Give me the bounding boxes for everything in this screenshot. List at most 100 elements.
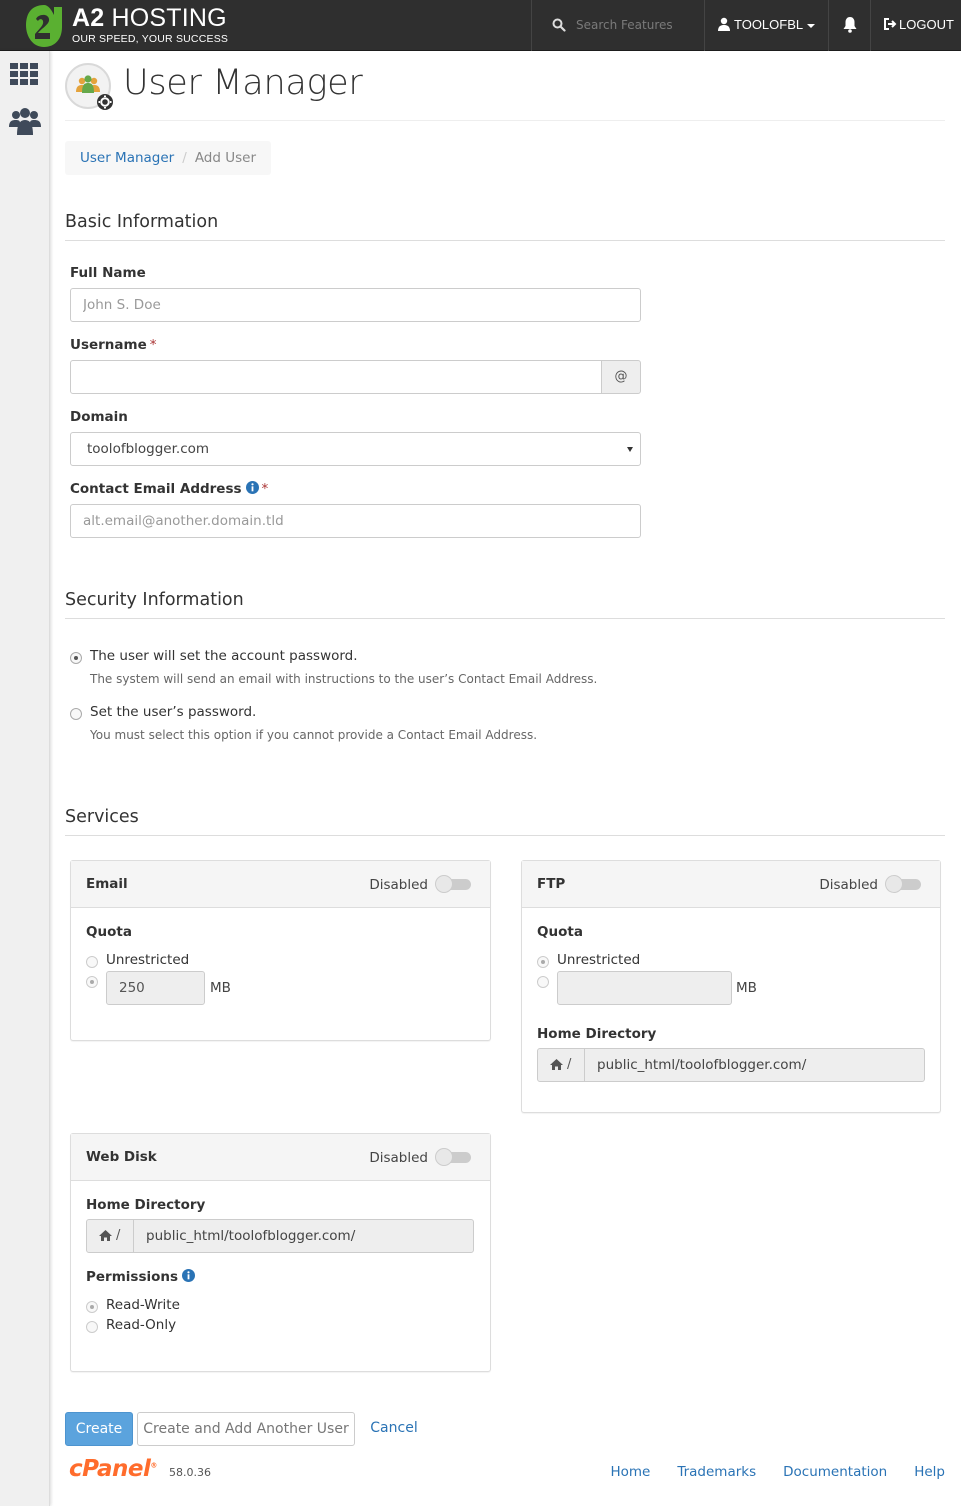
ftp-radio-quota[interactable] [537,976,549,988]
search-input[interactable] [576,14,696,36]
footer-links: Home Trademarks Documentation Help [583,1464,945,1480]
sidebar [0,51,50,1506]
footer-link-documentation[interactable]: Documentation [783,1464,887,1480]
ftp-homedir-prefix: / [538,1049,585,1081]
create-button[interactable]: Create [65,1412,133,1446]
breadcrumb-separator: / [182,150,187,166]
email-service-panel: Email Disabled Quota Unrestricted 250 MB [70,860,491,1041]
email-panel-header: Email Disabled [71,861,490,908]
radio-set-password[interactable] [70,708,82,720]
set-password-label: Set the user’s password. [90,704,257,720]
webdisk-radio-read-only[interactable] [86,1321,98,1333]
set-password-help: You must select this option if you canno… [90,728,538,742]
apps-grid-icon[interactable] [10,63,39,85]
webdisk-service-panel: Web Disk Disabled Home Directory / publi… [70,1133,491,1372]
user-menu[interactable]: TOOLOFBL [705,0,829,51]
webdisk-homedir-prefix: / [87,1220,134,1252]
notifications-button[interactable] [829,0,871,51]
footer-link-trademarks[interactable]: Trademarks [677,1464,756,1480]
username-at-addon: @ [601,360,641,394]
email-radio-unrestricted[interactable] [86,956,98,968]
ftp-panel-title: FTP [537,876,566,892]
ftp-radio-unrestricted[interactable] [537,956,549,968]
domain-label: Domain [70,409,128,425]
footer-link-home[interactable]: Home [610,1464,650,1480]
search-box [531,0,705,51]
ftp-homedir-field[interactable]: / public_html/toolofblogger.com/ [537,1048,925,1082]
brand-tagline: OUR SPEED, YOUR SUCCESS [72,33,229,45]
webdisk-toggle[interactable] [435,1148,471,1166]
email-quota-input[interactable]: 250 [106,971,205,1005]
ftp-homedir-label: Home Directory [537,1026,657,1042]
webdisk-status-label: Disabled [369,1150,428,1166]
webdisk-radio-read-write[interactable] [86,1301,98,1313]
user-manager-icon [65,63,113,110]
security-info-heading: Security Information [65,590,945,619]
full-name-input[interactable] [70,288,641,322]
webdisk-homedir-path: public_html/toolofblogger.com/ [146,1228,356,1244]
cancel-link[interactable]: Cancel [363,1412,425,1446]
webdisk-panel-title: Web Disk [86,1149,157,1165]
ftp-status-label: Disabled [819,877,878,893]
a2-logo-icon [26,5,62,47]
ftp-quota-unit: MB [736,980,757,996]
brand-title: A2 HOSTING [72,4,227,32]
breadcrumb-add-user: Add User [194,150,257,166]
email-quota-unit: MB [210,980,231,996]
top-bar: A2 HOSTING OUR SPEED, YOUR SUCCESS TOOLO… [0,0,961,51]
user-sets-password-label: The user will set the account password. [90,648,358,664]
webdisk-panel-header: Web Disk Disabled [71,1134,490,1181]
home-icon [99,1230,112,1241]
breadcrumb: User Manager / Add User [65,141,272,175]
page-title: User Manager [123,63,363,103]
create-add-another-button[interactable]: Create and Add Another User [137,1412,355,1446]
ftp-panel-header: FTP Disabled [522,861,940,908]
cpanel-version: 58.0.36 [169,1466,211,1479]
ftp-service-panel: FTP Disabled Quota Unrestricted MB Home … [521,860,941,1113]
email-unrestricted-label: Unrestricted [106,952,190,968]
users-icon[interactable] [9,107,41,137]
dropdown-arrow-icon [627,447,633,452]
footer-link-help[interactable]: Help [914,1464,945,1480]
webdisk-permissions-label: Permissions [86,1269,196,1285]
contact-email-input[interactable] [70,504,641,538]
info-icon[interactable] [182,1269,196,1282]
cpanel-logo[interactable]: cPanel® [69,1456,157,1482]
domain-selected-value: toolofblogger.com [87,441,210,457]
logout-icon [884,18,897,30]
read-only-label: Read-Only [106,1317,177,1333]
bell-icon [843,17,857,33]
logout-button[interactable]: LOGOUT [871,0,961,51]
info-icon[interactable] [245,481,259,494]
domain-select[interactable]: toolofblogger.com [70,432,641,466]
chevron-down-icon [807,24,815,28]
username-label: TOOLOFBL [734,17,804,32]
user-icon [718,17,730,31]
ftp-quota-input[interactable] [557,971,732,1005]
contact-email-label: Contact Email Address * [70,481,269,497]
brand-logo[interactable]: A2 HOSTING OUR SPEED, YOUR SUCCESS [20,2,240,48]
logout-label: LOGOUT [899,17,954,32]
email-toggle[interactable] [435,875,471,893]
email-panel-title: Email [86,876,128,892]
page-header: User Manager [65,51,945,121]
read-write-label: Read-Write [106,1297,180,1313]
footer: cPanel® 58.0.36 Home Trademarks Documentat… [65,1456,945,1490]
username-input[interactable] [70,360,602,394]
webdisk-homedir-label: Home Directory [86,1197,206,1213]
email-quota-label: Quota [86,924,132,940]
ftp-homedir-path: public_html/toolofblogger.com/ [597,1057,807,1073]
ftp-unrestricted-label: Unrestricted [557,952,641,968]
ftp-toggle[interactable] [885,875,921,893]
breadcrumb-user-manager[interactable]: User Manager [80,150,174,166]
radio-user-sets-password[interactable] [70,652,82,664]
services-heading: Services [65,807,945,836]
user-sets-password-help: The system will send an email with instr… [90,672,598,686]
ftp-quota-label: Quota [537,924,583,940]
basic-info-heading: Basic Information [65,212,945,241]
username-field-label: Username * [70,337,157,353]
home-icon [550,1059,563,1070]
email-radio-quota[interactable] [86,976,98,988]
search-icon [552,18,566,32]
webdisk-homedir-field[interactable]: / public_html/toolofblogger.com/ [86,1219,474,1253]
